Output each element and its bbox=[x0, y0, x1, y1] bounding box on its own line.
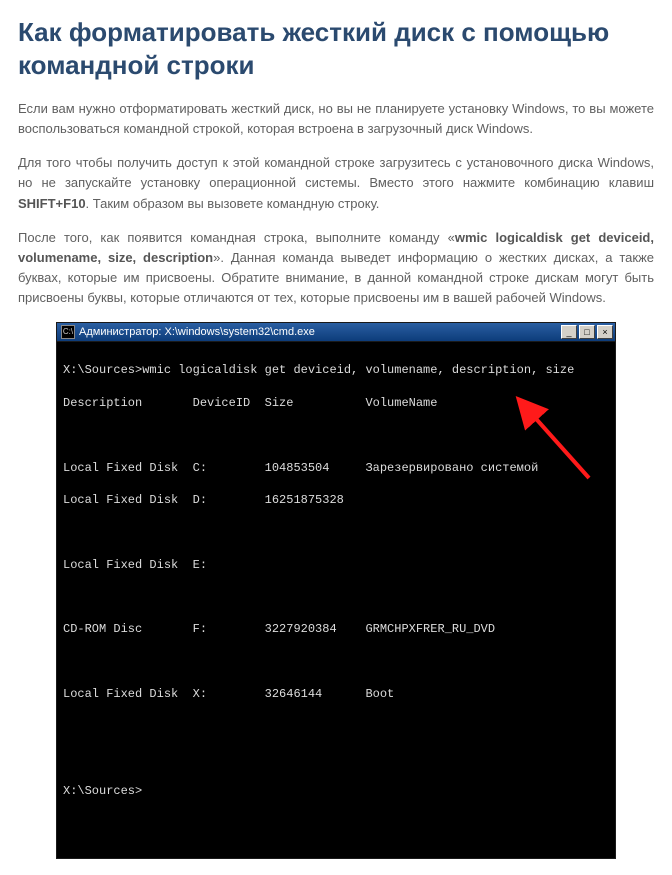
terminal-line: X:\Sources> bbox=[63, 783, 609, 799]
page-title: Как форматировать жесткий диск с помощью… bbox=[18, 16, 654, 81]
terminal-line bbox=[63, 524, 609, 540]
cmd-system-icon: C:\ bbox=[61, 325, 75, 339]
terminal-line: Description DeviceID Size VolumeName bbox=[63, 395, 609, 411]
maximize-button[interactable]: □ bbox=[579, 325, 595, 339]
terminal-line: Local Fixed Disk X: 32646144 Boot bbox=[63, 686, 609, 702]
terminal-line: Local Fixed Disk E: bbox=[63, 557, 609, 573]
terminal-line: Local Fixed Disk D: 16251875328 bbox=[63, 492, 609, 508]
paragraph-1: Если вам нужно отформатировать жесткий д… bbox=[18, 99, 654, 139]
cmd-title-text: Администратор: X:\windows\system32\cmd.e… bbox=[79, 326, 559, 338]
terminal-line bbox=[63, 751, 609, 767]
terminal-line: X:\Sources>wmic logicaldisk get deviceid… bbox=[63, 362, 609, 378]
text: . Таким образом вы вызовете командную ст… bbox=[86, 196, 380, 211]
cmd-window: C:\ Администратор: X:\windows\system32\c… bbox=[56, 322, 616, 859]
terminal-line bbox=[63, 719, 609, 735]
cmd-terminal: X:\Sources>wmic logicaldisk get deviceid… bbox=[56, 342, 616, 859]
cmd-titlebar: C:\ Администратор: X:\windows\system32\c… bbox=[56, 322, 616, 342]
paragraph-3: После того, как появится командная строк… bbox=[18, 228, 654, 309]
minimize-button[interactable]: _ bbox=[561, 325, 577, 339]
terminal-line: Local Fixed Disk C: 104853504 Зарезервир… bbox=[63, 460, 609, 476]
terminal-line bbox=[63, 654, 609, 670]
text: Для того чтобы получить доступ к этой ко… bbox=[18, 155, 654, 190]
text: После того, как появится командная строк… bbox=[18, 230, 455, 245]
paragraph-2: Для того чтобы получить доступ к этой ко… bbox=[18, 153, 654, 213]
shortcut-key: SHIFT+F10 bbox=[18, 196, 86, 211]
close-button[interactable]: × bbox=[597, 325, 613, 339]
terminal-line bbox=[63, 427, 609, 443]
window-buttons: _ □ × bbox=[559, 325, 613, 339]
terminal-line bbox=[63, 589, 609, 605]
terminal-line: CD-ROM Disc F: 3227920384 GRMCHPXFRER_RU… bbox=[63, 621, 609, 637]
